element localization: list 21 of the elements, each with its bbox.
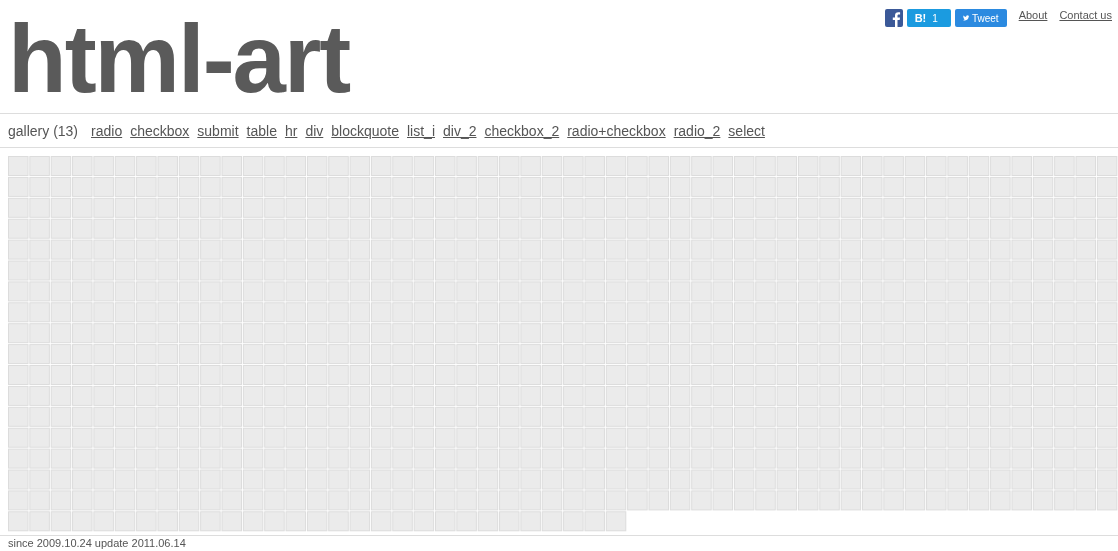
facebook-icon[interactable] bbox=[884, 9, 903, 27]
nav-link[interactable]: div bbox=[305, 122, 324, 139]
nav-link[interactable]: hr bbox=[284, 122, 298, 139]
nav-link[interactable]: list_i bbox=[407, 122, 435, 139]
gallery-label: gallery (13) bbox=[8, 122, 79, 139]
nav-link[interactable]: select bbox=[728, 122, 765, 139]
nav-link[interactable]: table bbox=[246, 122, 277, 139]
header-link[interactable]: About bbox=[1018, 9, 1048, 21]
nav-link[interactable]: div_2 bbox=[443, 122, 477, 139]
bird-icon bbox=[962, 13, 969, 23]
nav-link[interactable]: submit bbox=[197, 122, 239, 139]
header-link[interactable]: Contact us bbox=[1059, 9, 1112, 21]
nav-link[interactable]: blockquote bbox=[331, 122, 399, 139]
nav-link[interactable]: radio+checkbox bbox=[567, 122, 666, 139]
nav-link[interactable]: checkbox_2 bbox=[484, 122, 560, 139]
nav-link[interactable]: radio bbox=[91, 122, 123, 139]
nav-link[interactable]: checkbox bbox=[130, 122, 190, 139]
site-logo[interactable]: html-art bbox=[8, 11, 350, 113]
nav-link[interactable]: radio_2 bbox=[673, 122, 721, 139]
footer-text: since 2009.10.24 update 2011.06.14 bbox=[7, 536, 187, 549]
tweet-button[interactable]: Tweet bbox=[954, 9, 1007, 27]
